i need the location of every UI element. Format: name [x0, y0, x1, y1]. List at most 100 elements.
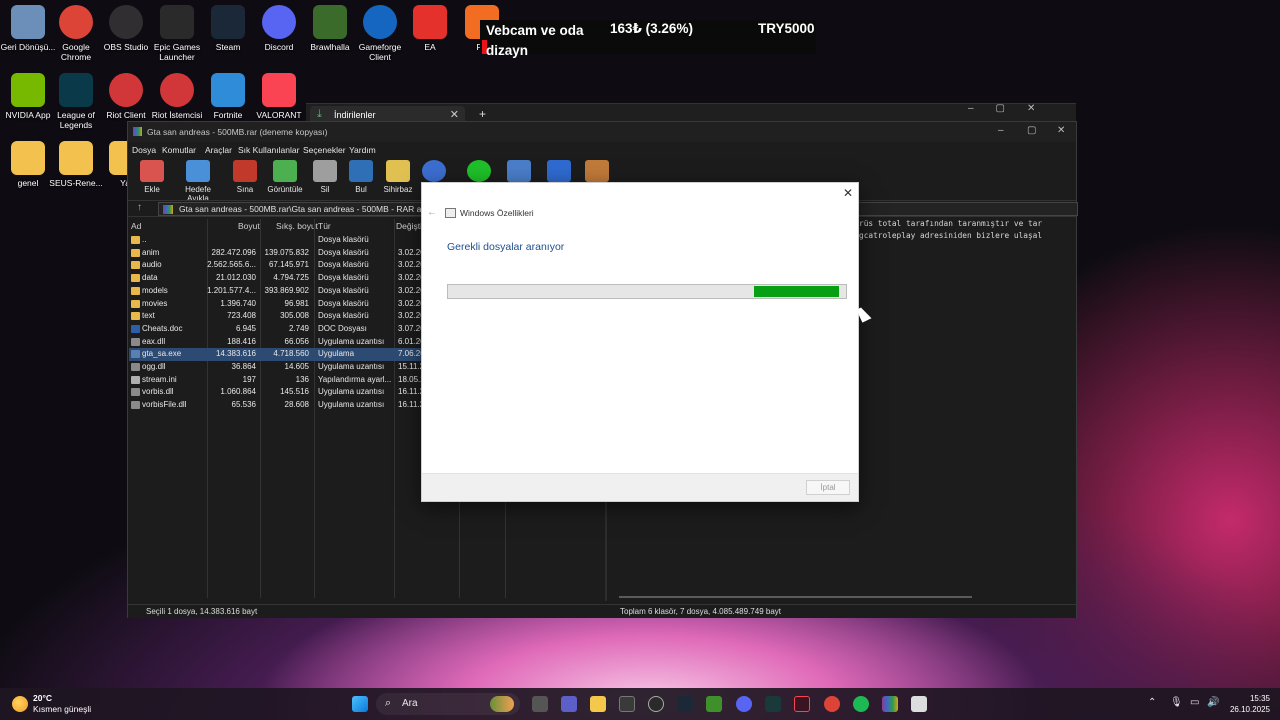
- file-name: vorbisFile.dll: [142, 400, 187, 410]
- column-header[interactable]: Tür: [318, 221, 331, 231]
- desktop-icon[interactable]: Google Chrome: [48, 5, 104, 62]
- file-packed: 28.608: [284, 400, 309, 410]
- file-packed: 139.075.832: [264, 247, 310, 257]
- file-row[interactable]: vorbis.dll 1.060.864 145.516 Uygulama uzant…: [129, 386, 431, 399]
- file-row[interactable]: movies 1.396.740 96.981 Dosya klasörü 3.02.2…: [129, 298, 431, 311]
- store-icon[interactable]: [619, 696, 635, 712]
- desktop-icon-label: Steam: [215, 42, 241, 52]
- obs-taskbar-icon[interactable]: [648, 696, 664, 712]
- folder-icon: [131, 248, 140, 257]
- menu-item[interactable]: Komutlar: [162, 145, 196, 155]
- file-row[interactable]: ogg.dll 36.864 14.605 Uygulama uzantısı 15.1…: [129, 361, 431, 374]
- horizontal-scrollbar[interactable]: [619, 596, 972, 598]
- cancel-button[interactable]: İptal: [806, 480, 850, 495]
- maximize-button[interactable]: ▢: [1027, 125, 1036, 136]
- file-name: eax.dll: [142, 336, 166, 346]
- column-header[interactable]: Sıkş. boyut: [276, 221, 318, 231]
- microphone-icon[interactable]: 🎙: [1170, 697, 1183, 708]
- network-icon[interactable]: ▭: [1190, 697, 1199, 708]
- find-icon: [349, 160, 373, 182]
- menu-item[interactable]: Sık Kullanılanlar: [238, 145, 299, 155]
- file-name: ogg.dll: [142, 362, 166, 371]
- desktop-icon[interactable]: VALORANT: [251, 73, 307, 120]
- new-tab-button[interactable]: +: [479, 107, 486, 121]
- file-row[interactable]: eax.dll 188.416 66.056 Uygulama uzantısı 6.0…: [129, 336, 431, 349]
- close-icon[interactable]: ✕: [843, 186, 853, 200]
- file-packed: 4.718.560: [273, 349, 309, 359]
- search-box[interactable]: ⌕ Ara: [376, 693, 520, 715]
- file-row[interactable]: text 723.408 305.008 Dosya klasörü 3.02.20: [129, 310, 431, 323]
- explorer-window-controls[interactable]: –▢✕: [968, 103, 1057, 114]
- chevron-up-icon[interactable]: ⌃: [1148, 697, 1156, 708]
- file-icon: [131, 324, 140, 333]
- desktop-icon[interactable]: Steam: [200, 5, 256, 52]
- clock[interactable]: 15:35 26.10.2025: [1226, 693, 1270, 715]
- folder-icon: [131, 236, 140, 244]
- chrome-taskbar-icon[interactable]: [824, 696, 840, 712]
- file-size: 1.060.864: [220, 387, 256, 397]
- weather-icon: [12, 696, 28, 712]
- column-header[interactable]: Ad: [131, 221, 141, 231]
- menu-item[interactable]: Yardım: [349, 145, 376, 155]
- menu-item[interactable]: Dosya: [132, 145, 156, 155]
- file-row[interactable]: Cheats.doc 6.945 2.749 DOC Dosyası 3.07.20: [129, 323, 431, 336]
- minecraft-icon[interactable]: [706, 696, 722, 712]
- steam-taskbar-icon[interactable]: [677, 696, 693, 712]
- file-row[interactable]: audio 2.562.565.6... 67.145.971 Dosya klasö…: [129, 259, 431, 272]
- file-row[interactable]: anim 282.472.096 139.075.832 Dosya klasörü 3…: [129, 247, 431, 260]
- file-packed: 393.869.902: [264, 285, 310, 295]
- desktop-icon[interactable]: Discord: [251, 5, 307, 52]
- back-arrow-icon[interactable]: ←: [427, 207, 437, 218]
- file-row[interactable]: .. Dosya klasörü: [129, 234, 431, 247]
- valorant-taskbar-icon[interactable]: [794, 696, 810, 712]
- file-row[interactable]: stream.ini 197 136 Yapılandırma ayarl... 18.…: [129, 374, 431, 387]
- league-taskbar-icon[interactable]: [765, 696, 781, 712]
- close-tab-icon[interactable]: ✕: [450, 108, 459, 121]
- file-type: Dosya klasörü: [318, 273, 369, 283]
- file-size: 1.396.740: [220, 298, 256, 308]
- desktop-icon[interactable]: Gameforge Client: [352, 5, 408, 62]
- folder-icon: [131, 274, 140, 283]
- desktop-icon[interactable]: Riot Client: [98, 73, 154, 120]
- file-row[interactable]: vorbisFile.dll 65.536 28.608 Uygulama uzant…: [129, 399, 431, 412]
- menu-item[interactable]: Araçlar: [205, 145, 232, 155]
- close-button[interactable]: ✕: [1057, 125, 1065, 136]
- desktop-icon[interactable]: EA: [402, 5, 458, 52]
- view-icon: [273, 160, 297, 182]
- start-button[interactable]: [352, 696, 368, 712]
- volume-icon[interactable]: 🔊: [1207, 697, 1219, 708]
- teams-icon[interactable]: [561, 696, 577, 712]
- desktop-icon[interactable]: OBS Studio: [98, 5, 154, 52]
- toolbar-button[interactable]: Hedefe Ayıkla: [175, 160, 221, 203]
- desktop-icon[interactable]: Epic Games Launcher: [149, 5, 205, 62]
- file-row[interactable]: data 21.012.030 4.794.725 Dosya klasörü 3.02…: [129, 272, 431, 285]
- add-icon: [140, 160, 164, 182]
- up-arrow-icon[interactable]: ↑: [137, 202, 142, 213]
- desktop-icon-label: Riot Client: [106, 110, 146, 120]
- file-name: text: [142, 311, 155, 321]
- desktop-icon[interactable]: SEUS-Rene...: [48, 141, 104, 188]
- desktop-icon[interactable]: Riot İstemcisi: [149, 73, 205, 120]
- desktop-icon[interactable]: Fortnite: [200, 73, 256, 120]
- minimize-button[interactable]: –: [998, 125, 1004, 136]
- column-header[interactable]: Boyut: [238, 221, 260, 231]
- task-view-icon[interactable]: [532, 696, 548, 712]
- winrar-titlebar: Gta san andreas - 500MB.rar (deneme kopy…: [128, 122, 1076, 142]
- discord-taskbar-icon[interactable]: [736, 696, 752, 712]
- file-row[interactable]: gta_sa.exe 14.383.616 4.718.560 Uygulama 7.0…: [129, 348, 431, 361]
- overlay-symbol: TRY5000: [758, 21, 815, 36]
- stream-overlay: Vebcam ve oda dizayn 163₺ (3.26%) TRY500…: [480, 20, 816, 58]
- steam-icon: [211, 5, 245, 39]
- spotify-icon[interactable]: [853, 696, 869, 712]
- menu-item[interactable]: Seçenekler: [303, 145, 346, 155]
- toolbar-button[interactable]: Ekle: [129, 160, 175, 194]
- file-row[interactable]: models 1.201.577.4... 393.869.902 Dosya kla…: [129, 285, 431, 298]
- file-explorer-icon[interactable]: [590, 696, 606, 712]
- comment-line: gcatroleplay adresiniden bizlere ulaşal: [859, 231, 1043, 240]
- desktop-icon-label: League of Legends: [57, 110, 95, 130]
- desktop-icon[interactable]: Brawlhalla: [302, 5, 358, 52]
- file-type: Yapılandırma ayarl...: [318, 374, 392, 384]
- winrar-taskbar-icon[interactable]: [882, 696, 898, 712]
- windows-features-taskbar-icon[interactable]: [911, 696, 927, 712]
- desktop-icon[interactable]: League of Legends: [48, 73, 104, 130]
